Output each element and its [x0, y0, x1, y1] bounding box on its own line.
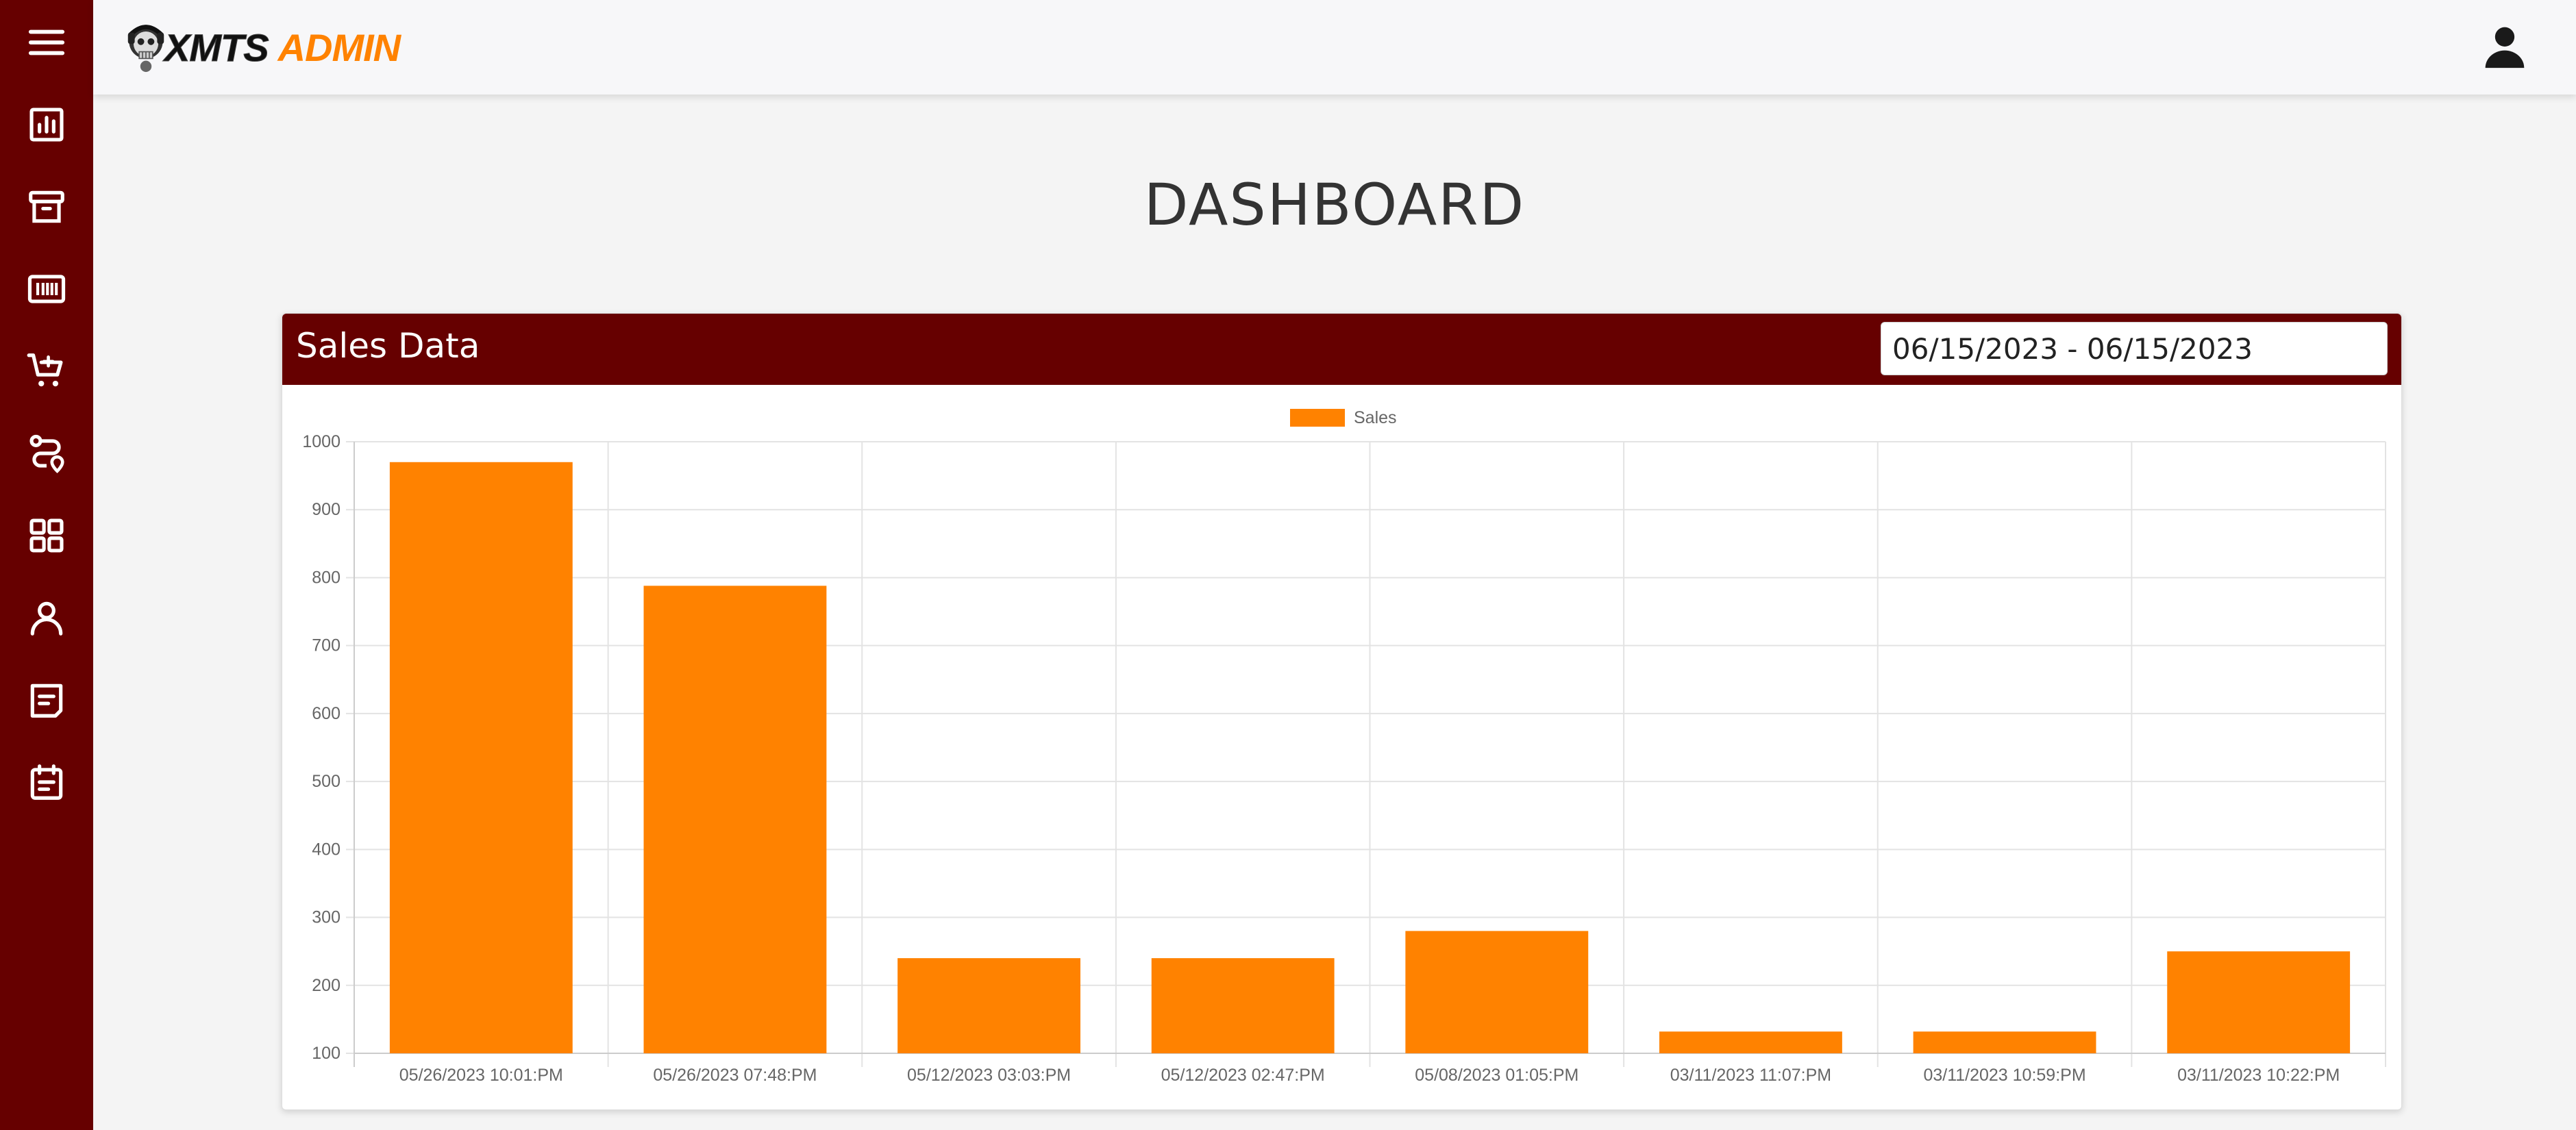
- user-icon: [30, 601, 63, 636]
- sales-data-card: Sales Data 10009008007006005004003002001…: [282, 313, 2402, 1110]
- account-icon[interactable]: [2481, 23, 2528, 70]
- x-tick-label: 05/12/2023 02:47:PM: [1161, 1066, 1325, 1085]
- y-tick-label: 600: [312, 704, 340, 723]
- y-tick-label: 300: [312, 908, 340, 927]
- sidebar-item-products[interactable]: [0, 248, 93, 330]
- y-tick-label: 900: [312, 500, 340, 519]
- legend-swatch: [1290, 409, 1345, 427]
- bar: [1151, 958, 1335, 1053]
- bar: [1659, 1031, 1842, 1053]
- route-icon: [29, 434, 64, 474]
- y-tick-label: 200: [312, 976, 340, 995]
- bar: [643, 586, 827, 1053]
- x-tick-label: 05/12/2023 03:03:PM: [907, 1066, 1071, 1085]
- y-tick-label: 700: [312, 636, 340, 655]
- clipboard-icon: [30, 764, 63, 800]
- bar: [1913, 1031, 2096, 1053]
- sidebar-item-tasks[interactable]: [0, 741, 93, 823]
- app-title: XMTS ADMIN: [164, 25, 401, 70]
- y-tick-label: 500: [312, 772, 340, 791]
- x-tick-label: 03/11/2023 11:07:PM: [1670, 1066, 1831, 1085]
- x-tick-label: 03/11/2023 10:59:PM: [1923, 1066, 2085, 1085]
- x-tick-label: 05/26/2023 10:01:PM: [399, 1066, 563, 1085]
- card-header: Sales Data: [282, 314, 2401, 385]
- x-tick-label: 05/26/2023 07:48:PM: [653, 1066, 817, 1085]
- app-logo[interactable]: XMTS ADMIN: [123, 19, 401, 75]
- card-title: Sales Data: [296, 326, 480, 366]
- top-bar: XMTS ADMIN: [93, 0, 2576, 95]
- sidebar: [0, 0, 93, 1130]
- y-tick-label: 100: [312, 1044, 340, 1063]
- sidebar-item-messages[interactable]: [0, 659, 93, 741]
- sales-bar-chart: 1000 900 800 700 600 500 400 300 200 100 05/26/202…: [302, 408, 2386, 1085]
- date-range-input[interactable]: [1881, 322, 2388, 375]
- y-tick-label: 400: [312, 840, 340, 859]
- logo-text-accent: ADMIN: [277, 25, 401, 69]
- skull-mascot-icon: [127, 25, 164, 73]
- menu-toggle-button[interactable]: [0, 1, 93, 84]
- sidebar-item-reports[interactable]: [0, 84, 93, 166]
- bar: [897, 958, 1080, 1053]
- archive-icon: [29, 190, 64, 223]
- sidebar-item-users[interactable]: [0, 577, 93, 659]
- bar: [389, 462, 573, 1053]
- logo-text-dark: XMTS: [164, 25, 270, 69]
- legend-label: Sales: [1354, 408, 1397, 427]
- sidebar-item-inventory[interactable]: [0, 166, 93, 248]
- message-icon: [30, 683, 63, 718]
- sidebar-item-routes[interactable]: [0, 412, 93, 494]
- barcode-icon: [27, 275, 66, 303]
- x-tick-label: 05/08/2023 01:05:PM: [1415, 1066, 1578, 1085]
- x-tick-label: 03/11/2023 10:22:PM: [2177, 1066, 2340, 1085]
- chart-icon: [29, 108, 64, 142]
- sidebar-item-orders[interactable]: [0, 330, 93, 412]
- cart-add-icon: [27, 353, 63, 387]
- page-title: DASHBOARD: [1143, 171, 1526, 238]
- grid-icon: [29, 518, 64, 553]
- bar: [2167, 951, 2351, 1053]
- sidebar-item-categories[interactable]: [0, 494, 93, 577]
- y-tick-label: 1000: [302, 432, 340, 451]
- y-tick-label: 800: [312, 568, 340, 587]
- menu-icon: [28, 29, 65, 55]
- bar: [1405, 931, 1589, 1053]
